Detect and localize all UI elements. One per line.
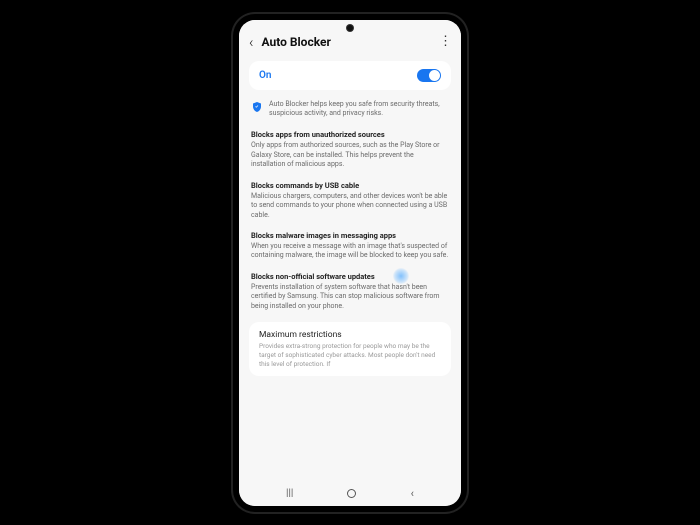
navigation-bar: ||| ‹ [239, 479, 461, 506]
section-software-updates: Blocks non-official software updates Pre… [249, 272, 451, 311]
max-body: Provides extra-strong protection for peo… [259, 342, 441, 368]
section-body: Prevents installation of system software… [251, 283, 449, 311]
toggle-label: On [259, 70, 271, 81]
toggle-switch[interactable] [417, 69, 441, 82]
max-title: Maximum restrictions [259, 330, 441, 340]
section-title: Blocks apps from unauthorized sources [251, 130, 449, 139]
intro-row: Auto Blocker helps keep you safe from se… [249, 100, 451, 119]
section-body: Malicious chargers, computers, and other… [251, 192, 449, 220]
intro-text: Auto Blocker helps keep you safe from se… [269, 100, 449, 119]
toggle-knob [429, 70, 440, 81]
nav-back-icon[interactable]: ‹ [411, 487, 414, 500]
section-title: Blocks non-official software updates [251, 272, 449, 281]
back-icon[interactable]: ‹ [249, 33, 253, 51]
maximum-restrictions-card[interactable]: Maximum restrictions Provides extra-stro… [249, 322, 451, 376]
page-title: Auto Blocker [261, 35, 439, 49]
camera-hole [347, 25, 353, 31]
shield-icon [251, 101, 263, 113]
section-unauthorized-sources: Blocks apps from unauthorized sources On… [249, 130, 451, 169]
section-body: Only apps from authorized sources, such … [251, 141, 449, 169]
section-title: Blocks commands by USB cable [251, 181, 449, 190]
master-toggle-row[interactable]: On [249, 61, 451, 90]
nav-home-icon[interactable] [347, 489, 356, 498]
more-icon[interactable]: ⋮ [439, 34, 451, 49]
section-usb-cable: Blocks commands by USB cable Malicious c… [249, 181, 451, 220]
section-title: Blocks malware images in messaging apps [251, 231, 449, 240]
content-area[interactable]: On Auto Blocker helps keep you safe from… [239, 61, 461, 479]
section-malware-images: Blocks malware images in messaging apps … [249, 231, 451, 261]
nav-recent-icon[interactable]: ||| [286, 488, 293, 499]
section-body: When you receive a message with an image… [251, 242, 449, 261]
phone-frame: ‹ Auto Blocker ⋮ On Auto Blocker helps k… [233, 14, 467, 512]
screen: ‹ Auto Blocker ⋮ On Auto Blocker helps k… [239, 20, 461, 506]
